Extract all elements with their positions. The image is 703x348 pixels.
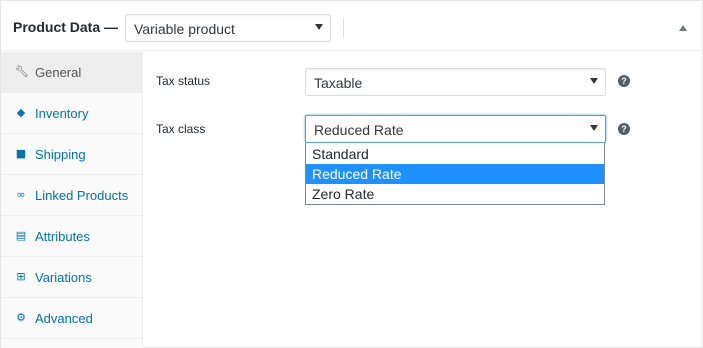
tax-class-label: Tax class <box>156 122 206 136</box>
list-icon: ▤ <box>15 229 27 242</box>
tax-status-select[interactable]: Taxable <box>305 68 606 96</box>
tax-class-value: Reduced Rate <box>314 122 404 138</box>
tab-label: Inventory <box>35 106 89 121</box>
link-icon: ∞ <box>16 188 26 201</box>
product-data-panel: Product Data — Variable product 🔧︎ Gener… <box>0 0 703 348</box>
help-icon[interactable]: ? <box>618 123 630 135</box>
wrench-icon: 🔧︎ <box>15 65 29 78</box>
tab-attributes[interactable]: ▤ Attributes <box>1 216 143 257</box>
option-zero-rate[interactable]: Zero Rate <box>306 184 604 204</box>
tab-label: Variations <box>35 270 92 285</box>
help-icon[interactable]: ? <box>618 75 630 87</box>
chevron-down-icon <box>590 78 598 84</box>
grid-icon: ⊞ <box>16 270 26 283</box>
tax-class-select[interactable]: Reduced Rate <box>305 115 606 143</box>
product-data-tabs: 🔧︎ General ◆ Inventory ■ Shipping ∞ Link… <box>1 52 143 348</box>
chevron-down-icon <box>590 125 598 131</box>
header-divider <box>343 18 344 38</box>
option-standard[interactable]: Standard <box>306 144 604 164</box>
tag-icon: ◆ <box>16 106 26 119</box>
tab-label: Shipping <box>35 147 86 162</box>
tab-label: Advanced <box>35 311 93 326</box>
tab-inventory[interactable]: ◆ Inventory <box>1 93 143 134</box>
tab-label: General <box>35 65 82 80</box>
product-type-select[interactable]: Variable product <box>125 14 331 42</box>
tab-general[interactable]: 🔧︎ General <box>1 52 143 93</box>
tax-status-label: Tax status <box>156 74 211 88</box>
panel-header: Product Data — Variable product <box>1 1 702 51</box>
product-type-value: Variable product <box>134 21 235 37</box>
tab-label: Attributes <box>35 229 90 244</box>
panel-title: Product Data — <box>13 19 119 35</box>
option-reduced-rate[interactable]: Reduced Rate <box>306 164 604 184</box>
tab-variations[interactable]: ⊞ Variations <box>1 257 143 298</box>
tax-class-dropdown: Standard Reduced Rate Zero Rate <box>305 143 605 205</box>
tab-linked-products[interactable]: ∞ Linked Products <box>1 175 143 216</box>
chevron-down-icon <box>315 24 323 30</box>
collapse-toggle-button[interactable] <box>673 21 693 35</box>
tab-shipping[interactable]: ■ Shipping <box>1 134 143 175</box>
gear-icon: ⚙ <box>16 311 26 324</box>
truck-icon: ■ <box>15 147 27 160</box>
chevron-up-icon <box>679 25 687 31</box>
tab-advanced[interactable]: ⚙ Advanced <box>1 298 143 339</box>
tab-label: Linked Products <box>35 188 129 203</box>
tax-status-value: Taxable <box>314 75 363 91</box>
